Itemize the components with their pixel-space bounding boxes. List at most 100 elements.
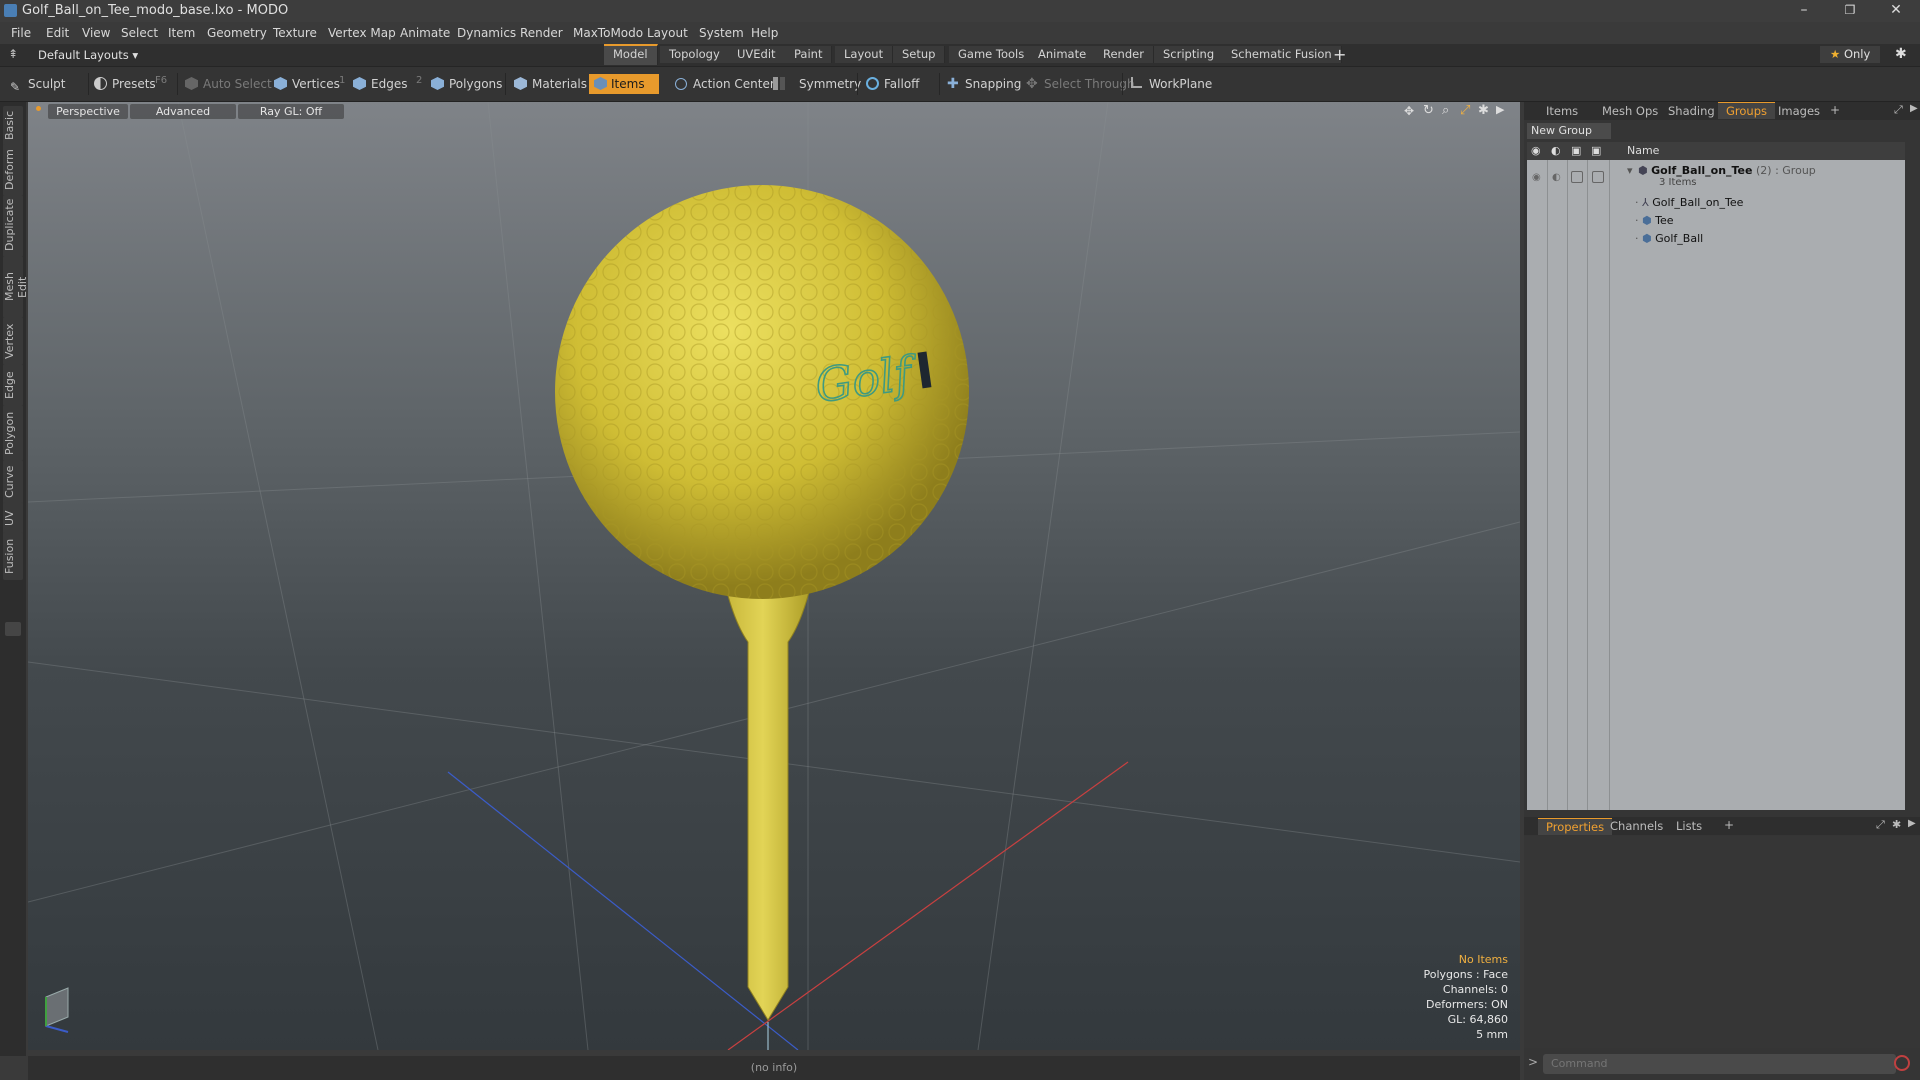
layout-collapse-icon[interactable]: ⇞ [8, 47, 18, 61]
tab-mesh-ops[interactable]: Mesh Ops [1594, 103, 1666, 119]
tab-shading[interactable]: Shading [1660, 103, 1723, 119]
tab-polygon[interactable]: Polygon [3, 405, 23, 461]
tab-basic[interactable]: Basic [3, 106, 23, 146]
minimize-button[interactable]: – [1781, 0, 1827, 22]
panel-toggle-button[interactable] [5, 622, 21, 636]
items-button[interactable]: Items [589, 74, 659, 94]
list-item[interactable]: · ⬢ Golf_Ball [1635, 232, 1703, 245]
tab-vertex[interactable]: Vertex [3, 317, 23, 365]
only-toggle[interactable]: ★ Only [1820, 46, 1880, 63]
3d-viewport[interactable]: Golf No Items Polygons : Face Channels: … [28, 102, 1520, 1050]
menu-texture[interactable]: Texture [273, 26, 317, 40]
presets-button[interactable]: Presets [92, 74, 156, 94]
tab-schematic-fusion[interactable]: Schematic Fusion [1222, 46, 1342, 63]
add-panel-tab-button[interactable]: + [1830, 103, 1840, 117]
tab-uvedit[interactable]: UVEdit [728, 46, 786, 63]
close-button[interactable]: ✕ [1873, 0, 1919, 22]
tab-animate[interactable]: Animate [1029, 46, 1097, 63]
new-group-button[interactable]: New Group [1527, 123, 1611, 139]
eye-column-icon[interactable]: ◉ [1531, 144, 1541, 157]
materials-button[interactable]: Materials [512, 74, 587, 94]
properties-arrow-icon[interactable]: ▶ [1908, 818, 1916, 829]
tab-layout[interactable]: Layout [835, 46, 894, 63]
menu-dynamics[interactable]: Dynamics [457, 26, 516, 40]
menu-geometry[interactable]: Geometry [207, 26, 267, 40]
tab-channels[interactable]: Channels [1602, 818, 1671, 834]
group-lock-checkbox[interactable] [1571, 171, 1583, 183]
command-input[interactable] [1543, 1054, 1896, 1074]
symmetry-button[interactable]: Symmetry [771, 74, 861, 94]
view-mode-button[interactable]: Perspective [48, 104, 128, 119]
group-select-checkbox[interactable] [1592, 171, 1604, 183]
tab-model[interactable]: Model [604, 44, 658, 65]
menu-help[interactable]: Help [751, 26, 778, 40]
tab-render[interactable]: Render [1094, 46, 1154, 63]
viewport-settings-icon[interactable]: ✱ [1478, 103, 1489, 118]
action-center-button[interactable]: Action Center [673, 74, 775, 94]
menu-item[interactable]: Item [168, 26, 195, 40]
menu-layout[interactable]: Layout [647, 26, 688, 40]
tab-deform[interactable]: Deform [3, 144, 23, 196]
tab-game-tools[interactable]: Game Tools [949, 46, 1035, 63]
tab-duplicate[interactable]: Duplicate [3, 195, 23, 257]
snapping-button[interactable]: ✚ Snapping [945, 74, 1021, 94]
add-properties-tab-button[interactable]: + [1724, 818, 1734, 832]
sculpt-button[interactable]: ✎ Sculpt [8, 74, 65, 94]
select-column-icon[interactable]: ▣ [1591, 144, 1601, 157]
tab-fusion[interactable]: Fusion [3, 532, 23, 580]
lock-column-icon[interactable]: ▣ [1571, 144, 1581, 157]
menu-animate[interactable]: Animate [400, 26, 450, 40]
polygons-button[interactable]: Polygons [429, 74, 502, 94]
group-render-icon[interactable]: ◐ [1552, 172, 1561, 183]
tab-images[interactable]: Images [1770, 103, 1828, 119]
gear-icon[interactable]: ✱ [1895, 46, 1907, 62]
tab-properties[interactable]: Properties [1538, 818, 1613, 835]
panel-expand-icon[interactable]: ⤢ [1894, 103, 1903, 117]
tab-items[interactable]: Items [1538, 103, 1586, 119]
workplane-button[interactable]: WorkPlane [1129, 74, 1212, 94]
layout-selector[interactable]: Default Layouts ▾ [38, 48, 138, 62]
properties-settings-icon[interactable]: ✱ [1892, 818, 1901, 831]
auto-select-button[interactable]: Auto Select [183, 74, 272, 94]
menu-edit[interactable]: Edit [46, 26, 69, 40]
menu-vertex-map[interactable]: Vertex Map [328, 26, 396, 40]
tab-lists[interactable]: Lists [1668, 818, 1710, 834]
shading-mode-button[interactable]: Advanced [130, 104, 236, 119]
raygl-button[interactable]: Ray GL: Off [238, 104, 344, 119]
vertices-button[interactable]: Vertices [272, 74, 340, 94]
tab-setup[interactable]: Setup [893, 46, 946, 63]
zoom-icon[interactable]: ⌕ [1442, 103, 1449, 118]
tab-paint[interactable]: Paint [785, 46, 833, 63]
viewport-menu-icon[interactable] [36, 106, 41, 111]
menu-render[interactable]: Render [520, 26, 563, 40]
tab-scripting[interactable]: Scripting [1154, 46, 1225, 63]
falloff-button[interactable]: Falloff [864, 74, 919, 94]
maximize-button[interactable]: ❐ [1827, 0, 1873, 22]
select-through-button[interactable]: ✥ Select Through [1024, 74, 1135, 94]
collapse-toggle-icon[interactable]: ▾ [1627, 164, 1633, 177]
expand-arrow-icon[interactable]: ▶ [1496, 103, 1504, 116]
panel-arrow-icon[interactable]: ▶ [1910, 103, 1918, 114]
golf-tee[interactable] [717, 551, 819, 1021]
render-column-icon[interactable]: ◐ [1551, 144, 1561, 157]
tab-mesh-edit[interactable]: Mesh Edit [3, 256, 29, 318]
pan-icon[interactable]: ✥ [1404, 104, 1414, 118]
menu-maxtomodo[interactable]: MaxToModo [573, 26, 643, 40]
add-tab-button[interactable]: + [1333, 45, 1346, 64]
tab-curve[interactable]: Curve [3, 460, 23, 504]
group-row[interactable]: ▾ ⬢ Golf_Ball_on_Tee (2) : Group [1627, 164, 1816, 177]
properties-expand-icon[interactable]: ⤢ [1876, 818, 1885, 832]
menu-file[interactable]: File [11, 26, 31, 40]
group-visibility-icon[interactable]: ◉ [1532, 172, 1541, 183]
list-item[interactable]: · ⬢ Tee [1635, 214, 1674, 227]
list-item[interactable]: · ⅄ Golf_Ball_on_Tee [1635, 196, 1743, 209]
menu-select[interactable]: Select [121, 26, 158, 40]
menu-system[interactable]: System [699, 26, 744, 40]
fit-icon[interactable]: ⤢ [1460, 103, 1470, 118]
tab-uv[interactable]: UV [3, 502, 23, 534]
menu-view[interactable]: View [82, 26, 110, 40]
rotate-icon[interactable]: ↻ [1423, 103, 1434, 118]
name-column-header[interactable]: Name [1627, 144, 1659, 157]
command-history-icon[interactable] [1894, 1055, 1910, 1071]
tab-edge[interactable]: Edge [3, 364, 23, 406]
